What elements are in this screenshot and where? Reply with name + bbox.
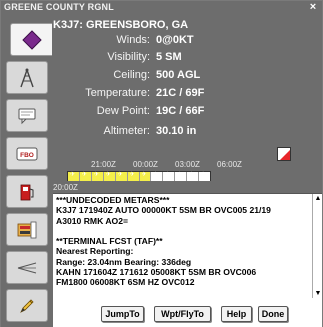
report-line: FM1800 06008KT 6SM HZ OVC012 [56,277,195,288]
svg-text:FBO: FBO [20,152,34,159]
weather-panel: K3J7: GREENSBORO, GA Winds: 0@0KT Visibi… [53,15,322,193]
ceiling-row: Ceiling: 500 AGL [53,69,322,84]
report-line: A3010 RMK AO2= [56,215,129,226]
report-text-area[interactable]: ***UNDECODED METARS*** K3J7 171940Z AUTO… [53,193,322,299]
ceiling-value: 500 AGL [156,69,201,81]
temperature-value: 21C / 69F [156,87,205,99]
dew-point-label: Dew Point: [96,105,150,117]
report-line: K3J7 171940Z AUTO 00000KT 5SM BR OVC005 … [56,205,271,216]
time-tick: 21:00Z [91,160,116,169]
report-line: Range: 23.04nm Bearing: 336deg [56,256,192,267]
visibility-value: 5 SM [156,51,182,63]
jump-to-button[interactable]: JumpTo [101,306,144,322]
ceiling-label: Ceiling: [113,69,150,81]
report-line: ***UNDECODED METARS*** [56,195,170,205]
tool-remarks[interactable] [6,99,48,132]
report-line [56,226,310,236]
dew-point-row: Dew Point: 19C / 66F [53,105,322,120]
report-text: ***UNDECODED METARS*** K3J7 171940Z AUTO… [56,195,310,288]
tool-runways[interactable] [6,213,48,246]
tool-notes[interactable] [6,289,48,322]
tool-comm-frequencies[interactable] [6,61,48,94]
speech-bubble-icon [18,108,36,124]
tower-icon [20,68,34,87]
fbo-icon: FBO [16,147,38,160]
visibility-row: Visibility: 5 SM [53,51,322,66]
visibility-label: Visibility: [107,51,150,63]
selected-time: 20:00Z [53,183,78,192]
tool-airport-info[interactable] [10,23,52,56]
weather-alert-icon[interactable] [277,147,291,161]
scrollbar[interactable]: ▲ ▼ [312,194,322,299]
runway-chart-icon [17,221,37,238]
winds-row: Winds: 0@0KT [53,34,322,49]
scroll-up-arrow[interactable]: ▲ [314,195,322,203]
altimeter-label: Altimeter: [103,125,150,137]
airport-info-window: GREENE COUNTY RGNL × FBO K3J7: GREENSBOR… [0,0,323,327]
waypoint-fly-to-button[interactable]: Wpt/FlyTo [154,306,211,322]
tool-fuel[interactable] [6,175,48,208]
diamond-icon [21,29,42,50]
button-bar: JumpTo Wpt/FlyTo Help Done [53,298,322,327]
title-bar: GREENE COUNTY RGNL × [1,1,322,15]
station-name: K3J7: GREENSBORO, GA [53,19,189,31]
close-button[interactable]: × [307,1,319,14]
report-line: **TERMINAL FCST (TAF)** [56,236,163,247]
report-line: KAHN 171604Z 171612 05008KT 5SM BR OVC00… [56,267,257,278]
temperature-label: Temperature: [85,87,150,99]
pencil-icon [20,298,34,313]
left-toolbar: FBO [1,15,53,327]
time-tick: 06:00Z [217,160,242,169]
tool-approaches[interactable] [6,251,48,284]
winds-value: 0@0KT [156,34,194,46]
selected-time-band [53,181,322,193]
help-button[interactable]: Help [221,306,252,322]
winds-label: Winds: [116,34,150,46]
report-line: Nearest Reporting: [56,246,134,257]
done-button[interactable]: Done [258,306,288,322]
time-tick: 03:00Z [175,160,200,169]
tool-fbo[interactable]: FBO [6,137,48,170]
time-tick: 00:00Z [133,160,158,169]
approach-icon [17,262,37,273]
dew-point-value: 19C / 66F [156,105,205,117]
scroll-down-arrow[interactable]: ▼ [314,290,322,298]
temperature-row: Temperature: 21C / 69F [53,87,322,102]
window-title: GREENE COUNTY RGNL [4,2,114,12]
fuel-pump-icon [20,184,34,200]
altimeter-value: 30.10 in [156,125,197,137]
altimeter-row: Altimeter: 30.10 in [53,125,322,140]
